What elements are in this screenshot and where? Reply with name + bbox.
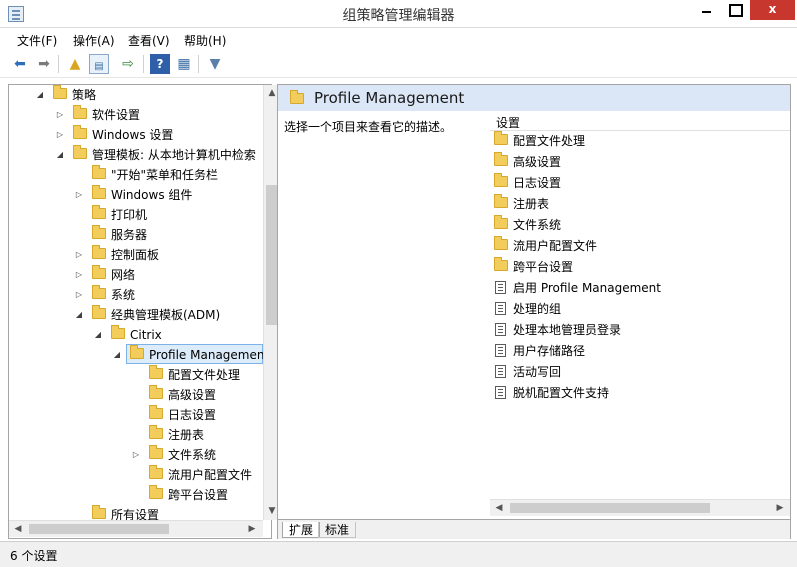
policy-setting-icon — [495, 323, 506, 336]
folder-icon — [494, 257, 508, 271]
folder-icon — [130, 345, 144, 359]
expander-icon[interactable]: ◢ — [35, 85, 45, 105]
folder-icon — [73, 125, 87, 139]
properties-icon[interactable]: ▦ — [174, 54, 194, 74]
scrollbar-thumb[interactable] — [510, 503, 710, 513]
back-arrow-icon[interactable]: ⬅ — [10, 54, 30, 74]
folder-icon — [494, 152, 508, 166]
expander-icon[interactable]: ◢ — [93, 325, 103, 345]
view-tabs: 扩展 标准 — [278, 519, 790, 539]
expander-icon[interactable]: ▷ — [131, 445, 141, 465]
menu-view[interactable]: 查看(V) — [128, 32, 170, 49]
folder-icon — [494, 215, 508, 229]
scroll-left-icon[interactable]: ◀ — [492, 501, 506, 515]
folder-icon — [92, 165, 106, 179]
details-pane: Profile Management 选择一个项目来查看它的描述。 设置 配置文… — [277, 84, 791, 539]
close-icon: x — [768, 2, 777, 16]
navigation-tree-pane: ◢ 策略 ▷ 软件设置 ▷ Windows 设置 ◢ 管理模板: 从本地计算机中… — [8, 84, 280, 539]
help-icon[interactable]: ? — [150, 54, 170, 74]
menu-action[interactable]: 操作(A) — [73, 32, 115, 49]
scroll-left-icon[interactable]: ◀ — [11, 522, 25, 536]
tab-standard[interactable]: 标准 — [318, 522, 357, 538]
policy-setting-icon — [495, 344, 506, 357]
folder-icon — [92, 205, 106, 219]
toolbar: ⬅ ➡ ▲ ▤ ⇨ ? ▦ ▼ — [0, 50, 797, 78]
title-bar: 组策略管理编辑器 x — [0, 0, 797, 28]
folder-icon — [92, 185, 106, 199]
expander-icon[interactable]: ▷ — [74, 265, 84, 285]
up-folder-icon[interactable]: ▲ — [65, 54, 85, 74]
scrollbar-thumb[interactable] — [266, 185, 277, 325]
folder-icon — [149, 425, 163, 439]
folder-icon — [92, 225, 106, 239]
folder-icon — [92, 305, 106, 319]
folder-icon — [53, 85, 67, 99]
export-list-icon[interactable]: ⇨ — [118, 54, 138, 74]
expander-icon[interactable]: ▷ — [74, 245, 84, 265]
folder-icon — [149, 465, 163, 479]
menu-bar: 文件(F) 操作(A) 查看(V) 帮助(H) — [0, 28, 797, 50]
policy-setting-icon — [495, 281, 506, 294]
folder-icon — [149, 445, 163, 459]
folder-icon — [92, 265, 106, 279]
forward-arrow-icon[interactable]: ➡ — [34, 54, 54, 74]
minimize-button[interactable] — [693, 0, 720, 20]
status-bar: 6 个设置 — [0, 541, 797, 567]
folder-icon — [92, 245, 106, 259]
folder-icon — [494, 236, 508, 250]
column-header-setting[interactable]: 设置 — [490, 111, 790, 131]
folder-icon — [92, 285, 106, 299]
folder-icon — [494, 131, 508, 145]
policy-setting-icon — [495, 365, 506, 378]
folder-icon — [73, 105, 87, 119]
description-text: 选择一个项目来查看它的描述。 — [284, 120, 453, 134]
folder-icon — [290, 90, 304, 104]
folder-icon — [494, 194, 508, 208]
policy-setting-icon — [495, 302, 506, 315]
expander-icon[interactable]: ▷ — [55, 125, 65, 145]
details-title: Profile Management — [314, 89, 465, 107]
folder-icon — [494, 173, 508, 187]
folder-icon — [73, 145, 87, 159]
folder-icon — [149, 385, 163, 399]
menu-file[interactable]: 文件(F) — [17, 32, 57, 49]
menu-help[interactable]: 帮助(H) — [184, 32, 226, 49]
tree-horizontal-scrollbar[interactable]: ◀ ▶ — [9, 520, 263, 537]
close-button[interactable]: x — [750, 0, 795, 20]
folder-icon — [92, 505, 106, 519]
list-horizontal-scrollbar[interactable]: ◀ ▶ — [490, 499, 790, 516]
folder-icon — [111, 325, 125, 339]
tab-extended[interactable]: 扩展 — [282, 522, 321, 538]
status-text: 6 个设置 — [10, 549, 58, 563]
expander-icon[interactable]: ◢ — [55, 145, 65, 165]
expander-icon[interactable]: ▷ — [74, 185, 84, 205]
scroll-right-icon[interactable]: ▶ — [773, 501, 787, 515]
scroll-right-icon[interactable]: ▶ — [245, 522, 259, 536]
folder-icon — [149, 405, 163, 419]
expander-icon[interactable]: ◢ — [74, 305, 84, 325]
expander-icon[interactable]: ▷ — [74, 285, 84, 305]
folder-icon — [149, 365, 163, 379]
expander-icon[interactable]: ▷ — [55, 105, 65, 125]
show-hide-tree-icon[interactable]: ▤ — [89, 54, 109, 74]
scrollbar-thumb[interactable] — [29, 524, 169, 534]
filter-icon[interactable]: ▼ — [205, 54, 225, 74]
window-title: 组策略管理编辑器 — [342, 8, 455, 24]
folder-icon — [149, 485, 163, 499]
policy-setting-icon — [495, 386, 506, 399]
expander-icon[interactable]: ◢ — [112, 345, 122, 365]
maximize-button[interactable] — [721, 0, 749, 20]
details-header: Profile Management — [278, 85, 790, 111]
